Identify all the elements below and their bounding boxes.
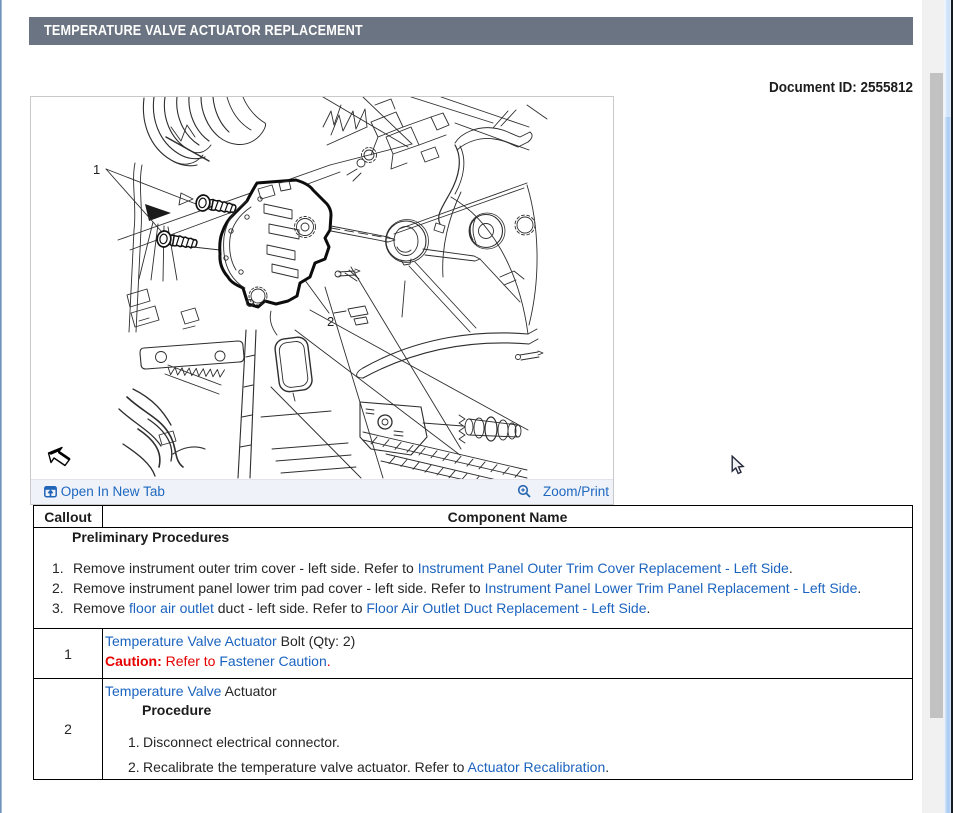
svg-text:1: 1 [93, 162, 100, 177]
